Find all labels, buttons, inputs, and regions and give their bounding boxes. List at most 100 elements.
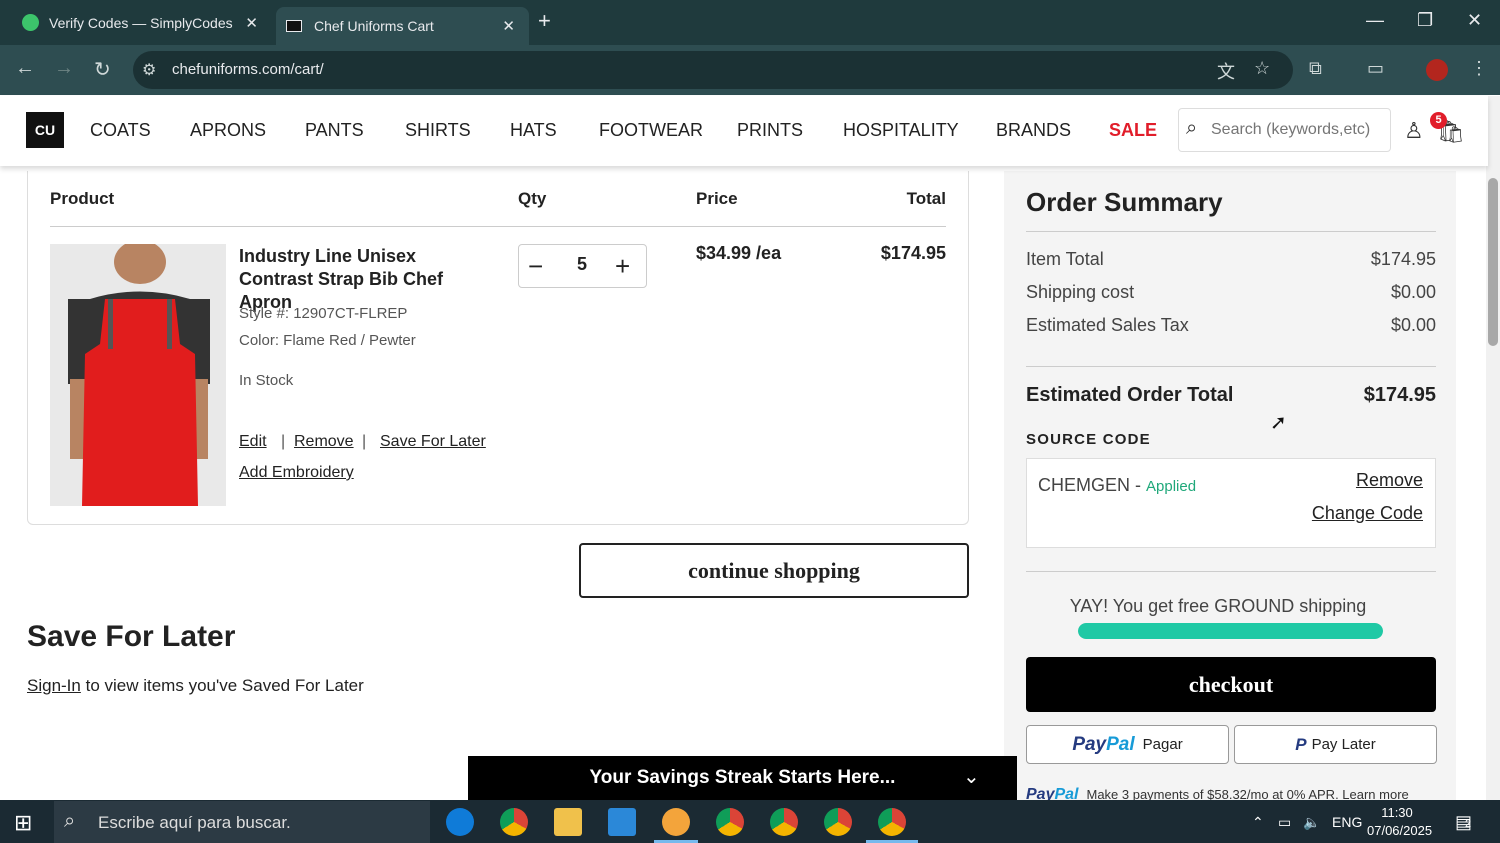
- forward-icon[interactable]: →: [54, 57, 74, 80]
- quantity-value[interactable]: 5: [568, 254, 596, 275]
- nav-aprons[interactable]: APRONS: [190, 120, 266, 141]
- cast-icon[interactable]: ▭: [1367, 58, 1384, 79]
- chrome-icon[interactable]: [500, 808, 528, 836]
- sign-in-link[interactable]: Sign-In: [27, 676, 81, 695]
- save-for-later-message: Sign-In to view items you've Saved For L…: [27, 676, 364, 696]
- restore-icon[interactable]: ❐: [1417, 10, 1433, 31]
- increase-qty-button[interactable]: +: [615, 251, 630, 282]
- checkout-button[interactable]: checkout: [1026, 657, 1436, 712]
- notification-count: 2: [1465, 818, 1472, 830]
- remove-code-link[interactable]: Remove: [1330, 470, 1423, 491]
- windows-start-icon[interactable]: ⊞: [14, 810, 32, 836]
- tab-chef-uniforms-cart[interactable]: Chef Uniforms Cart ✕: [276, 7, 529, 45]
- pay-later-button[interactable]: P Pay Later: [1234, 725, 1437, 764]
- order-total-value: $174.95: [1363, 384, 1436, 406]
- app-icon[interactable]: [662, 808, 690, 836]
- nav-footwear[interactable]: FOOTWEAR: [599, 120, 703, 141]
- nav-pants[interactable]: PANTS: [305, 120, 364, 141]
- paypal-p-icon: P: [1295, 734, 1307, 754]
- header-divider: [50, 226, 946, 227]
- bookmark-star-icon[interactable]: ☆: [1254, 58, 1270, 79]
- chrome-profile-icon[interactable]: [716, 808, 744, 836]
- chrome-profile-icon[interactable]: [770, 808, 798, 836]
- search-icon[interactable]: ⌕: [1186, 117, 1197, 140]
- chrome-active-icon[interactable]: [878, 808, 906, 836]
- decrease-qty-button[interactable]: −: [528, 251, 543, 282]
- tray-chevron-icon[interactable]: ⌃: [1252, 814, 1264, 831]
- chef-uniforms-favicon-icon: [286, 20, 302, 32]
- product-image[interactable]: [50, 244, 226, 506]
- back-icon[interactable]: ←: [15, 57, 35, 80]
- search-input[interactable]: [1211, 121, 1383, 139]
- store-icon[interactable]: [608, 808, 636, 836]
- time: 11:30: [1381, 805, 1413, 820]
- col-qty: Qty: [518, 189, 547, 208]
- shipping-progress-bar: [1078, 623, 1383, 639]
- reload-icon[interactable]: ↻: [94, 57, 111, 82]
- save-for-later-link[interactable]: Save For Later: [380, 433, 486, 451]
- remove-item-link[interactable]: Remove: [294, 433, 354, 451]
- col-price: Price: [696, 189, 738, 208]
- save-for-later-title: Save For Later: [27, 620, 236, 653]
- search-icon: ⌕: [64, 810, 76, 832]
- minimize-icon[interactable]: —: [1366, 10, 1384, 31]
- product-color: Color: Flame Red / Pewter: [239, 332, 416, 349]
- translate-icon[interactable]: 文: [1217, 58, 1235, 84]
- nav-shirts[interactable]: SHIRTS: [405, 120, 471, 141]
- add-embroidery-link[interactable]: Add Embroidery: [239, 464, 354, 482]
- item-total-label: Item Total: [1026, 249, 1104, 269]
- edit-link[interactable]: Edit: [239, 433, 267, 451]
- nav-hospitality[interactable]: HOSPITALITY: [843, 120, 959, 141]
- notification-icon[interactable]: ▤ 2: [1455, 812, 1472, 833]
- file-explorer-icon[interactable]: [554, 808, 582, 836]
- profile-avatar[interactable]: [1426, 59, 1448, 81]
- edge-icon[interactable]: [446, 808, 474, 836]
- volume-icon[interactable]: 🔈: [1303, 814, 1320, 831]
- paypal-button[interactable]: PayPal Pagar: [1026, 725, 1229, 764]
- extensions-icon[interactable]: ⧉: [1309, 58, 1322, 79]
- menu-dots-icon[interactable]: ⋮: [1470, 58, 1488, 79]
- tab-label: Verify Codes — SimplyCodes: [49, 14, 233, 31]
- network-icon[interactable]: ▭: [1278, 814, 1291, 831]
- account-icon[interactable]: ♙: [1404, 118, 1424, 144]
- language-indicator[interactable]: ENG: [1332, 814, 1362, 830]
- nav-hats[interactable]: HATS: [510, 120, 557, 141]
- source-code-label: SOURCE CODE: [1026, 431, 1151, 448]
- close-window-icon[interactable]: ✕: [1467, 10, 1482, 31]
- save-for-later-text: to view items you've Saved For Later: [80, 676, 364, 695]
- tab-simplycodes[interactable]: Verify Codes — SimplyCodes ✕: [0, 0, 272, 45]
- nav-sale[interactable]: SALE: [1109, 120, 1157, 141]
- shipping-progress-fill: [1078, 623, 1383, 639]
- installment-text[interactable]: Make 3 payments of $58.32/mo at 0% APR. …: [1086, 787, 1408, 800]
- chrome-profile-icon[interactable]: [824, 808, 852, 836]
- new-tab-icon[interactable]: +: [538, 8, 551, 34]
- close-tab-icon[interactable]: ✕: [245, 14, 258, 32]
- site-info-icon[interactable]: ⚙: [142, 60, 156, 80]
- unit-price: $34.99 /ea: [696, 243, 782, 263]
- continue-shopping-button[interactable]: continue shopping: [579, 543, 969, 598]
- scrollbar-thumb[interactable]: [1488, 178, 1498, 346]
- url-text[interactable]: chefuniforms.com/cart/: [172, 61, 324, 78]
- product-style: Style #: 12907CT-FLREP: [239, 305, 408, 322]
- nav-prints[interactable]: PRINTS: [737, 120, 803, 141]
- nav-brands[interactable]: BRANDS: [996, 120, 1071, 141]
- col-product: Product: [50, 189, 115, 208]
- savings-streak-banner[interactable]: Your Savings Streak Starts Here...: [468, 756, 1017, 800]
- taskbar-search-text[interactable]: Escribe aquí para buscar.: [98, 813, 291, 833]
- divider: [1026, 571, 1436, 572]
- col-total: Total: [906, 189, 946, 208]
- product-name[interactable]: Industry Line Unisex Contrast Strap Bib …: [239, 245, 489, 314]
- free-shipping-message: YAY! You get free GROUND shipping: [1069, 596, 1367, 616]
- site-logo[interactable]: CU: [26, 112, 64, 148]
- close-tab-icon[interactable]: ✕: [502, 17, 515, 35]
- mouse-cursor-icon: ➚: [1270, 412, 1287, 434]
- paypal-logo: PayPal: [1026, 786, 1079, 800]
- nav-coats[interactable]: COATS: [90, 120, 151, 141]
- change-code-link[interactable]: Change Code: [1290, 503, 1423, 524]
- banner-text: Your Savings Streak Starts Here...: [589, 767, 896, 788]
- cart-count-badge: 5: [1430, 112, 1447, 129]
- chevron-down-icon[interactable]: ⌄: [963, 764, 980, 789]
- paypal-logo: PayPal: [1072, 733, 1135, 755]
- clock[interactable]: 11:30 07/06/2025: [1367, 804, 1432, 840]
- shipping-value: $0.00: [1390, 282, 1436, 302]
